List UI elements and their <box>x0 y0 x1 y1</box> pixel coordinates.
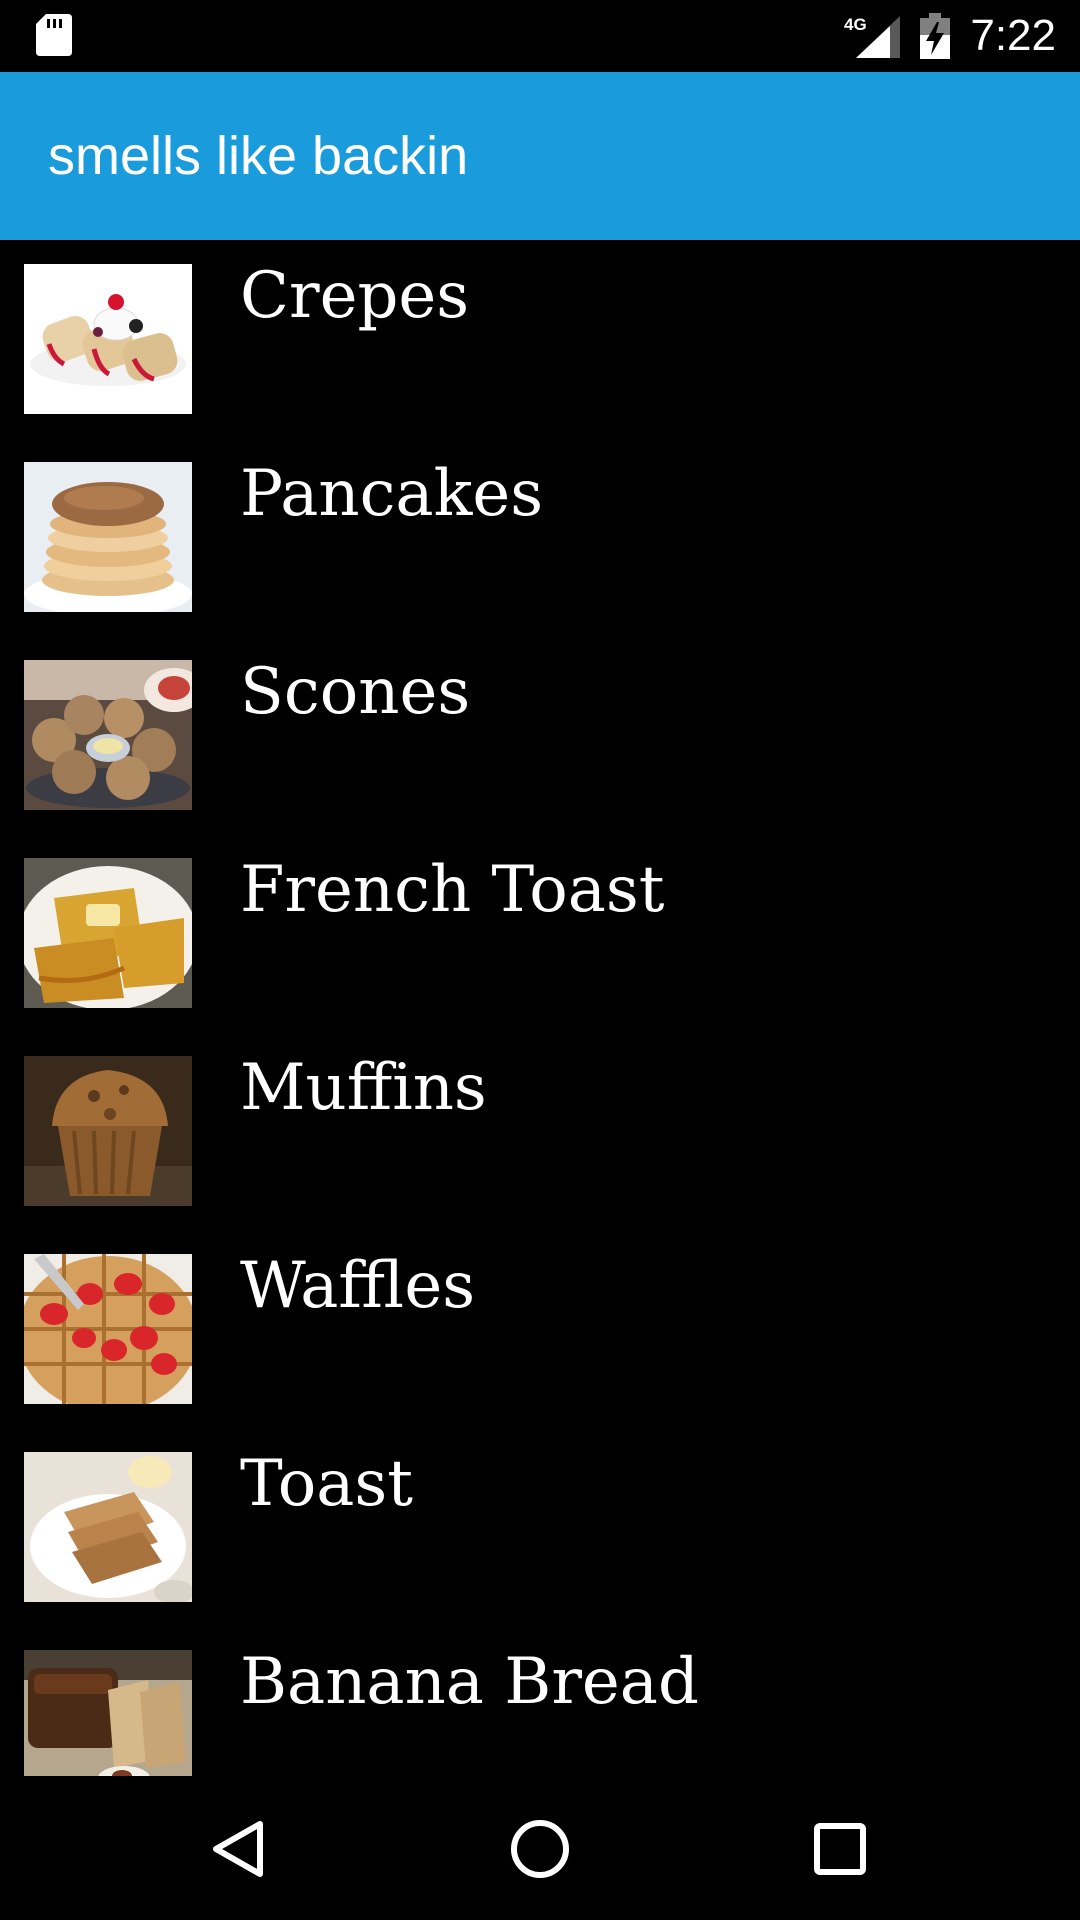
list-item[interactable]: French Toast <box>0 834 1080 1032</box>
crepes-thumbnail <box>24 264 192 414</box>
status-bar: 4G 7:22 <box>0 0 1080 72</box>
muffins-thumbnail <box>24 1056 192 1206</box>
signal-icon: 4G <box>844 15 901 58</box>
toast-photo-icon <box>24 1452 192 1602</box>
banana-bread-thumbnail <box>24 1650 192 1776</box>
app-title: smells like backin <box>48 126 469 186</box>
list-item[interactable]: Muffins <box>0 1032 1080 1230</box>
recipe-list[interactable]: Crepes Pancakes Scones French Toast Muff… <box>0 240 1080 1776</box>
item-label: Toast <box>240 1447 413 1521</box>
battery-charging-icon <box>920 13 951 59</box>
app-bar: smells like backin <box>0 72 1080 240</box>
muffin-photo-icon <box>24 1056 192 1206</box>
recents-icon[interactable] <box>790 1798 890 1898</box>
waffles-thumbnail <box>24 1254 192 1404</box>
navigation-bar <box>0 1776 1080 1920</box>
item-label: French Toast <box>240 853 665 927</box>
pancakes-photo-icon <box>24 462 192 612</box>
item-label: Crepes <box>240 259 470 333</box>
banana-bread-photo-icon <box>24 1650 192 1776</box>
toast-thumbnail <box>24 1452 192 1602</box>
french-toast-thumbnail <box>24 858 192 1008</box>
item-label: Pancakes <box>240 457 544 531</box>
list-item[interactable]: Scones <box>0 636 1080 834</box>
network-type: 4G <box>844 15 867 34</box>
item-label: Muffins <box>240 1051 487 1125</box>
status-time: 7:22 <box>970 11 1056 60</box>
scones-photo-icon <box>24 660 192 810</box>
list-item[interactable]: Banana Bread <box>0 1626 1080 1776</box>
item-label: Scones <box>240 655 471 729</box>
item-label: Banana Bread <box>240 1645 699 1719</box>
item-label: Waffles <box>240 1249 476 1323</box>
french-toast-photo-icon <box>24 858 192 1008</box>
list-item[interactable]: Pancakes <box>0 438 1080 636</box>
list-item[interactable]: Crepes <box>0 240 1080 438</box>
list-item[interactable]: Waffles <box>0 1230 1080 1428</box>
list-item[interactable]: Toast <box>0 1428 1080 1626</box>
crepes-photo-icon <box>24 264 192 414</box>
home-icon[interactable] <box>490 1798 590 1898</box>
pancakes-thumbnail <box>24 462 192 612</box>
scones-thumbnail <box>24 660 192 810</box>
back-icon[interactable] <box>190 1798 290 1898</box>
waffles-photo-icon <box>24 1254 192 1404</box>
sd-card-icon <box>36 14 72 56</box>
